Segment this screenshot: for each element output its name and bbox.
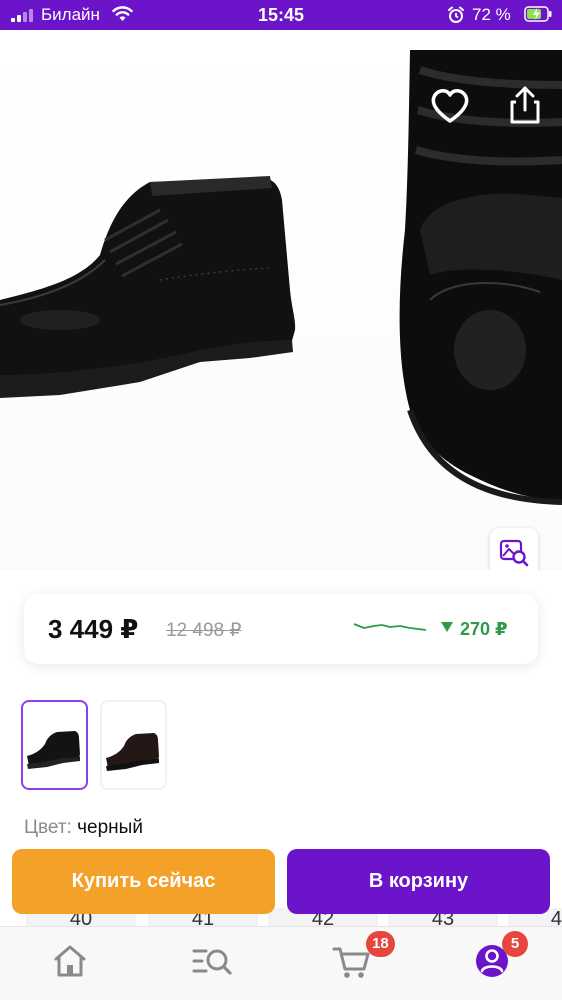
- product-gallery[interactable]: [0, 30, 562, 570]
- battery-percent: 72 %: [472, 5, 511, 24]
- variant-thumbnail-selected[interactable]: [21, 700, 88, 790]
- boot-side-view: [0, 176, 296, 398]
- add-to-cart-button[interactable]: В корзину: [287, 849, 550, 914]
- heart-icon[interactable]: [430, 88, 470, 124]
- old-price: 12 498 ₽: [166, 620, 242, 641]
- variant-boot-image: [27, 731, 80, 769]
- catalog-search-icon[interactable]: [190, 941, 234, 981]
- alarm-icon: [448, 6, 464, 23]
- price-trend-sparkline: [353, 623, 427, 631]
- color-label: Цвет:: [24, 817, 72, 838]
- current-price: 3 449 ₽: [48, 614, 139, 644]
- home-icon[interactable]: [48, 941, 92, 981]
- bottom-tab-bar: [0, 926, 562, 1000]
- cart-count-badge: 18: [366, 931, 395, 957]
- price-drop-amount: 270 ₽: [460, 619, 508, 639]
- status-bar: Билайн 15:45 72 %: [0, 0, 562, 30]
- color-row: Цвет: черный: [24, 816, 143, 840]
- battery-charging-icon: [524, 6, 552, 22]
- variant-thumbnail[interactable]: [100, 700, 167, 790]
- price-down-icon: [441, 622, 453, 632]
- color-value: черный: [77, 817, 143, 838]
- price-card[interactable]: 3 449 ₽ 12 498 ₽ 270 ₽: [24, 594, 538, 664]
- visual-search-button[interactable]: [490, 528, 538, 570]
- product-photo: [0, 50, 562, 505]
- profile-notification-badge: 5: [502, 931, 528, 957]
- visual-search-icon: [499, 539, 529, 567]
- share-icon[interactable]: [506, 84, 544, 126]
- back-icon[interactable]: [20, 86, 56, 126]
- variant-boot-image: [106, 733, 159, 771]
- buy-now-button[interactable]: Купить сейчас: [12, 849, 275, 914]
